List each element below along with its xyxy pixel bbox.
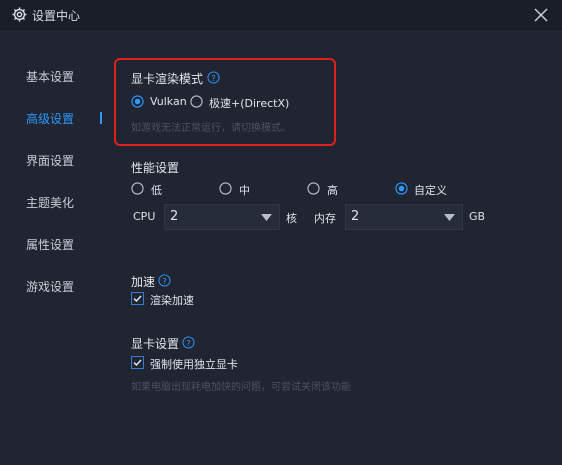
render-accel-checkbox[interactable] (131, 292, 144, 305)
performance-title: 性能设置 (131, 161, 180, 175)
svg-text:?: ? (211, 73, 215, 83)
chevron-down-icon (444, 214, 455, 221)
radio-perf-custom[interactable] (395, 182, 408, 195)
checkmark-icon (133, 295, 142, 303)
radio-vulkan[interactable] (131, 95, 144, 108)
radio-directx-label: 极速+(DirectX) (209, 97, 290, 110)
help-icon[interactable]: ? (207, 71, 220, 84)
radio-perf-custom-label: 自定义 (414, 184, 447, 197)
help-icon[interactable]: ? (182, 336, 195, 349)
settings-content: 显卡渲染模式 ? Vulkan 极速+(DirectX) 如游戏无法正常运行，请… (0, 0, 562, 465)
help-icon[interactable]: ? (158, 274, 171, 287)
memory-unit: GB (469, 210, 486, 223)
checkmark-icon (133, 359, 142, 367)
cpu-value: 2 (170, 209, 179, 224)
force-dedicated-checkbox[interactable] (131, 356, 144, 369)
cpu-unit: 核 (286, 212, 297, 225)
gpu-hint: 如果电脑出现耗电加快的问题，可尝试关闭该功能 (131, 382, 351, 393)
radio-perf-low[interactable] (131, 182, 144, 195)
radio-perf-high-label: 高 (327, 184, 338, 197)
radio-perf-medium-label: 中 (239, 184, 250, 197)
svg-text:?: ? (162, 276, 166, 286)
radio-vulkan-label: Vulkan (150, 95, 187, 108)
radio-perf-medium[interactable] (219, 182, 232, 195)
radio-perf-low-label: 低 (151, 184, 162, 197)
render-mode-hint: 如游戏无法正常运行，请切换模式。 (131, 123, 291, 134)
memory-label: 内存 (314, 212, 336, 225)
svg-text:?: ? (186, 338, 190, 348)
memory-value: 2 (351, 209, 360, 224)
acceleration-title: 加速 (131, 275, 156, 289)
memory-select[interactable]: 2 (345, 204, 463, 230)
gpu-title: 显卡设置 (131, 337, 180, 351)
radio-perf-high[interactable] (307, 182, 320, 195)
cpu-label: CPU (133, 210, 156, 223)
chevron-down-icon (261, 214, 272, 221)
force-dedicated-label: 强制使用独立显卡 (150, 358, 238, 371)
render-mode-title: 显卡渲染模式 (131, 72, 204, 86)
settings-window: 设置中心 基本设置 高级设置 界面设置 主题美化 属性设置 游戏设置 显卡渲染模… (0, 0, 562, 465)
cpu-select[interactable]: 2 (164, 204, 280, 230)
render-accel-label: 渲染加速 (150, 294, 194, 307)
radio-directx[interactable] (190, 95, 203, 108)
